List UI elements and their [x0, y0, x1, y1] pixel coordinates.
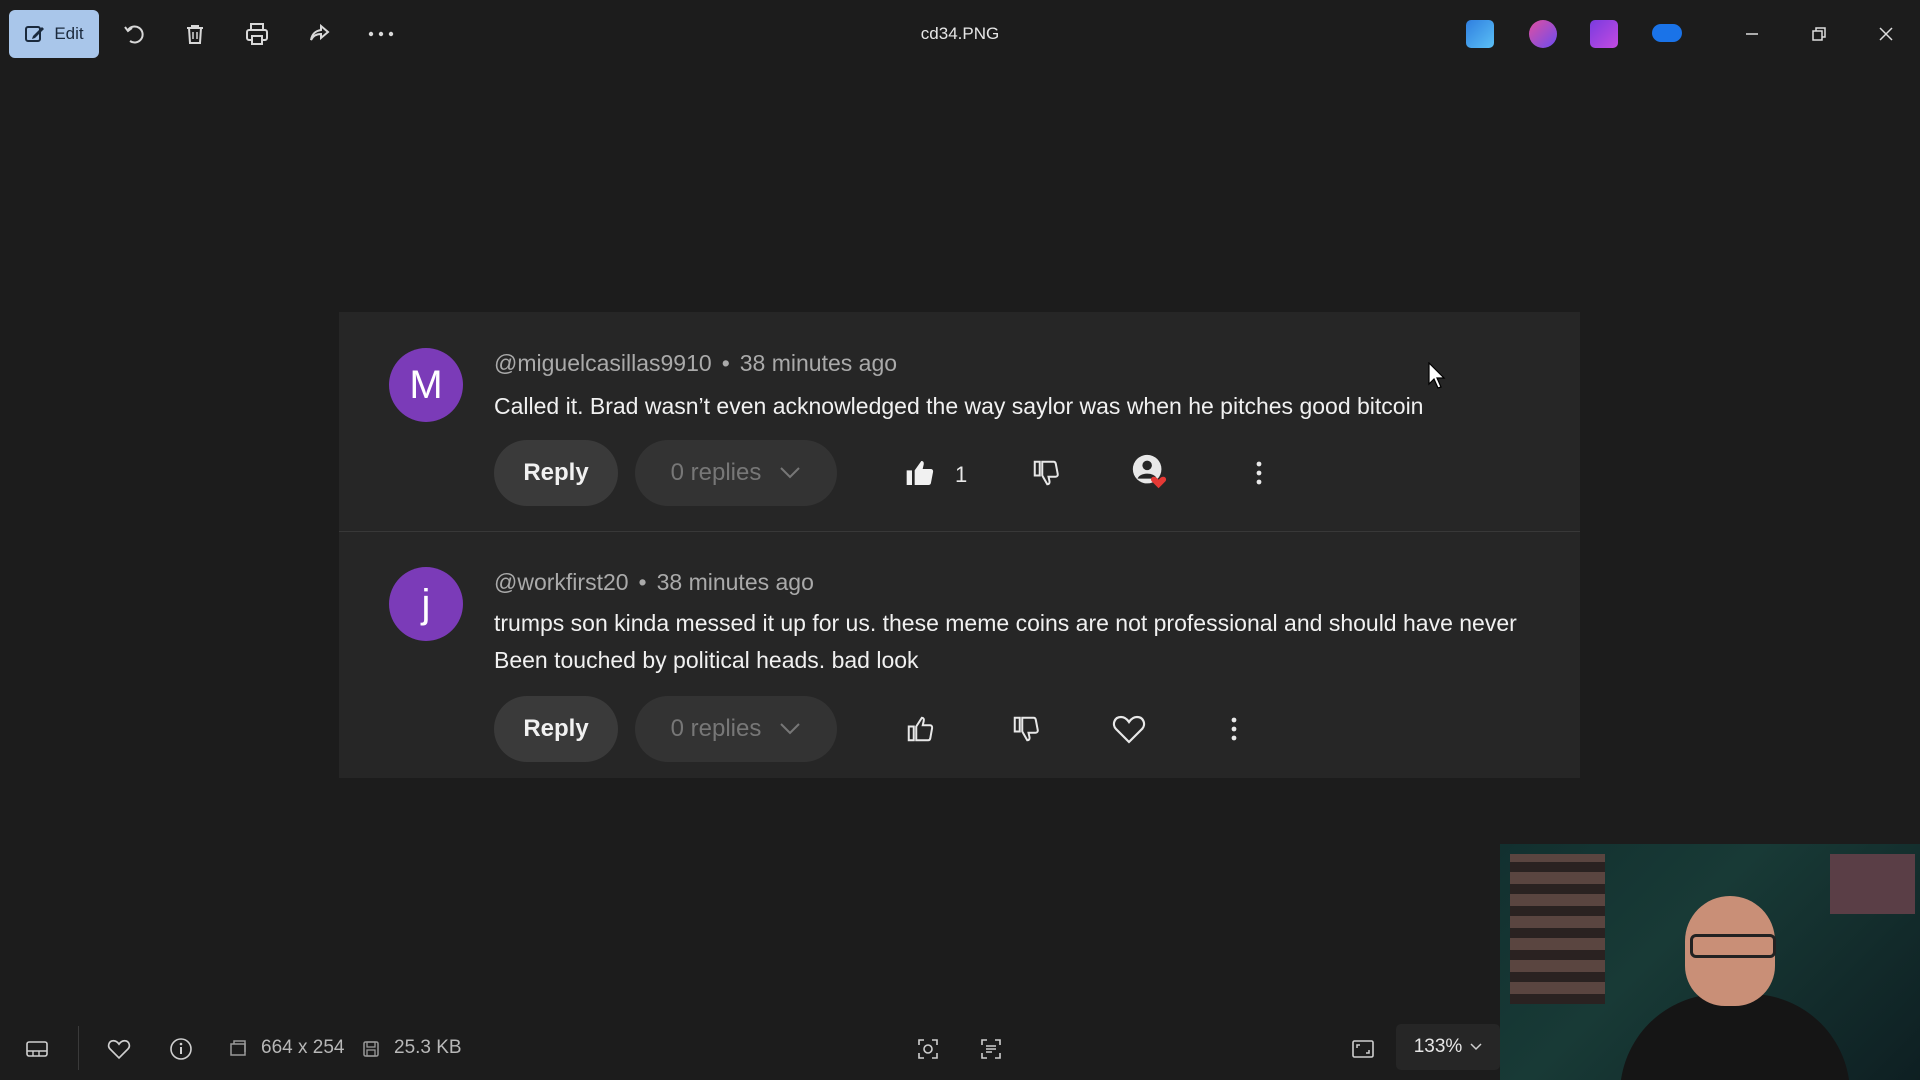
- minimize-icon: [1746, 33, 1758, 35]
- dislike-button[interactable]: [1026, 453, 1066, 493]
- reply-button[interactable]: Reply: [494, 440, 618, 506]
- zoom-dropdown[interactable]: 133%: [1396, 1024, 1500, 1070]
- like-count: 1: [955, 462, 968, 487]
- wall-decor: [1830, 854, 1915, 914]
- close-button[interactable]: [1870, 18, 1902, 50]
- webcam-overlay: [1500, 844, 1920, 1080]
- thumbs-up-icon: [907, 716, 934, 742]
- restore-button[interactable]: [1803, 18, 1835, 50]
- filmstrip-icon: [26, 1041, 48, 1057]
- designer-app-icon[interactable]: [1466, 20, 1494, 48]
- close-icon: [1879, 27, 1893, 41]
- restore-icon: [1812, 27, 1826, 41]
- dislike-button[interactable]: [1006, 709, 1046, 749]
- displayed-image: M @miguelcasillas9910 • 38 minutes ago Cal…: [339, 312, 1580, 778]
- fit-to-window-button[interactable]: [1348, 1034, 1378, 1064]
- heart-icon: [1112, 715, 1146, 744]
- meta-separator: •: [638, 569, 647, 595]
- scan-text-icon: [981, 1039, 1001, 1059]
- zoom-level: 133%: [1413, 1036, 1463, 1057]
- chevron-down-icon: [780, 723, 801, 735]
- bookshelf: [1510, 854, 1605, 1004]
- replies-label: 0 replies: [670, 715, 762, 742]
- mouse-cursor-icon: [1428, 362, 1446, 389]
- comment: j @workfirst20 • 38 minutes ago trumps son…: [339, 532, 1580, 778]
- top-toolbar: Edit cd34.PNG: [0, 0, 1920, 68]
- onedrive-icon[interactable]: [1652, 24, 1682, 42]
- creator-heart-icon: [1132, 454, 1167, 489]
- info-button[interactable]: [166, 1034, 196, 1064]
- avatar[interactable]: M: [389, 348, 463, 422]
- heart-outline-icon: [107, 1039, 131, 1060]
- fit-window-icon: [1352, 1040, 1374, 1058]
- dimensions-icon-wrap: [223, 1034, 253, 1064]
- filmstrip-button[interactable]: [22, 1034, 52, 1064]
- image-dimensions: 664 x 254: [261, 1037, 345, 1058]
- replies-label: 0 replies: [670, 459, 762, 486]
- thumbs-down-icon: [1033, 460, 1059, 486]
- comment-text: Called it. Brad wasn’t even acknowledged…: [494, 393, 1424, 419]
- comment-more-button[interactable]: [1214, 709, 1254, 749]
- comment: M @miguelcasillas9910 • 38 minutes ago Cal…: [339, 312, 1580, 532]
- comment-text: trumps son kinda messed it up for us. th…: [494, 610, 1517, 673]
- info-icon: [170, 1038, 192, 1060]
- comment-time[interactable]: 38 minutes ago: [657, 569, 814, 595]
- clipchamp-app-icon[interactable]: [1590, 20, 1618, 48]
- comment-more-button[interactable]: [1239, 453, 1279, 493]
- save-disk-icon: [363, 1041, 379, 1057]
- meta-separator: •: [721, 350, 730, 376]
- glasses: [1690, 934, 1776, 958]
- file-size: 25.3 KB: [394, 1037, 462, 1058]
- scan-text-button[interactable]: [976, 1034, 1006, 1064]
- dimensions-icon: [230, 1040, 246, 1056]
- replies-button[interactable]: 0 replies: [635, 696, 837, 762]
- like-button[interactable]: [900, 453, 940, 493]
- reply-button[interactable]: Reply: [494, 696, 618, 762]
- heart-button[interactable]: [1109, 709, 1149, 749]
- copilot-app-icon[interactable]: [1529, 20, 1557, 48]
- comment-meta: @miguelcasillas9910 • 38 minutes ago: [494, 350, 897, 377]
- thumbs-down-icon: [1013, 716, 1039, 742]
- visual-search-button[interactable]: [913, 1034, 943, 1064]
- comment-author[interactable]: @workfirst20: [494, 569, 629, 595]
- person-body: [1620, 994, 1850, 1080]
- comment-author[interactable]: @miguelcasillas9910: [494, 350, 712, 376]
- favorite-button[interactable]: [104, 1034, 134, 1064]
- comment-time[interactable]: 38 minutes ago: [740, 350, 897, 376]
- like-button[interactable]: [900, 709, 940, 749]
- filesize-icon-wrap: [356, 1034, 386, 1064]
- file-title: cd34.PNG: [920, 24, 1000, 43]
- vertical-dots-icon: [1256, 461, 1262, 485]
- thumbs-up-filled-icon: [906, 461, 934, 485]
- vertical-dots-icon: [1231, 717, 1237, 741]
- replies-button[interactable]: 0 replies: [635, 440, 837, 506]
- status-divider: [78, 1026, 79, 1070]
- avatar[interactable]: j: [389, 567, 463, 641]
- creator-heart-badge[interactable]: [1130, 452, 1170, 492]
- chevron-down-icon: [780, 467, 801, 479]
- chevron-down-icon: [1470, 1043, 1482, 1051]
- comment-meta: @workfirst20 • 38 minutes ago: [494, 569, 814, 596]
- minimize-button[interactable]: [1736, 18, 1768, 50]
- visual-search-icon: [918, 1039, 938, 1059]
